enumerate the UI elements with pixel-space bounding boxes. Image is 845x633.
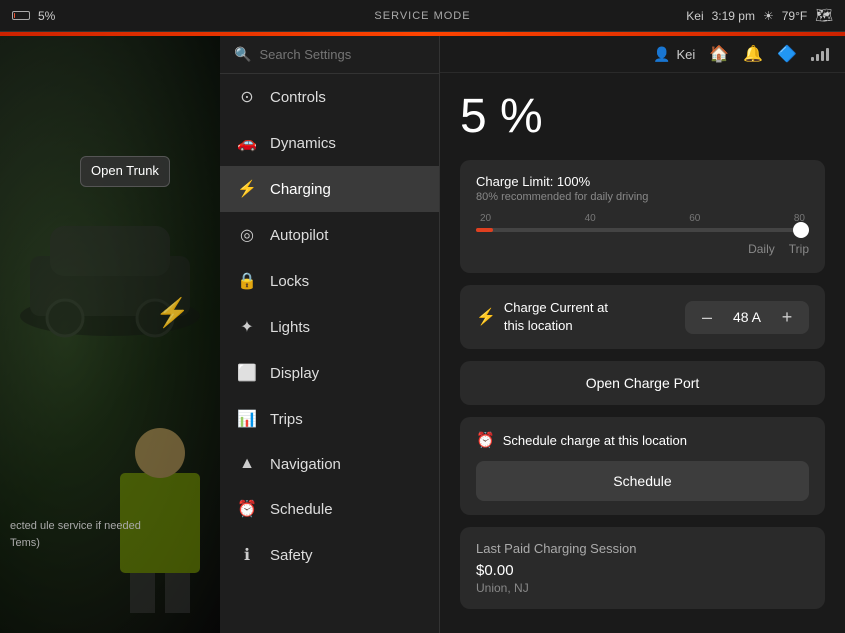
charge-current-icon: ⚡ [476,307,496,327]
charge-current-card: ⚡ Charge Current atthis location – 48 A … [460,285,825,349]
tab-trip[interactable]: Trip [789,240,809,259]
open-charge-port-button[interactable]: Open Charge Port [460,361,825,405]
bell-icon[interactable]: 🔔 [743,44,763,64]
sidebar-item-autopilot[interactable]: ◎ Autopilot [220,212,439,258]
dynamics-icon: 🚗 [236,133,258,153]
charge-current-label: ⚡ Charge Current atthis location [476,299,608,335]
charging-label: Charging [270,181,331,198]
slider-ticks: 20 40 60 80 [476,213,809,224]
last-session-card: Last Paid Charging Session $0.00 Union, … [460,527,825,609]
charge-limit-subtitle: 80% recommended for daily driving [476,191,809,203]
schedule-label: Schedule [270,501,333,518]
status-bar-right: Kei 3:19 pm ☀ 79°F 🗺 [686,7,833,24]
sun-icon: ☀ [763,9,774,23]
charging-indicator-icon: ⚡ [155,296,190,329]
session-location: Union, NJ [476,581,809,595]
schedule-charge-section: ⏰ Schedule charge at this location Sched… [460,417,825,515]
controls-icon: ⊙ [236,87,258,107]
open-trunk-button[interactable]: Open Trunk [80,156,170,187]
lock-icon: 🔒 [236,271,258,291]
lights-icon: ✦ [236,317,258,337]
session-amount: $0.00 [476,562,809,579]
content-area: 👤 Kei 🏠 🔔 🔷 5 % Charge Limit: 100% 80% r… [440,36,845,633]
charge-current-value: 48 A [727,309,767,325]
user-header: 👤 Kei 🏠 🔔 🔷 [440,36,845,73]
display-label: Display [270,365,319,382]
schedule-button[interactable]: Schedule [476,461,809,501]
autopilot-icon: ◎ [236,225,258,245]
navigation-icon: ▲ [236,455,258,473]
time-label: 3:19 pm [712,9,755,23]
schedule-tabs: Daily Trip [476,240,809,259]
header-username: Kei [676,47,695,62]
signal-bars [811,47,829,61]
navigation-label: Navigation [270,456,341,473]
sidebar-item-safety[interactable]: ℹ Safety [220,532,439,578]
charge-slider-container: 20 40 60 80 [476,213,809,232]
display-icon: ⬜ [236,363,258,383]
battery-percent-label: 5% [38,9,55,23]
user-avatar-icon: 👤 [653,46,670,63]
temp-label: 79°F [782,9,807,23]
sidebar-item-dynamics[interactable]: 🚗 Dynamics [220,120,439,166]
sidebar-item-controls[interactable]: ⊙ Controls [220,74,439,120]
locks-label: Locks [270,273,309,290]
charge-limit-title: Charge Limit: 100% [476,174,809,189]
charge-current-control: – 48 A + [685,301,809,334]
sidebar-item-locks[interactable]: 🔒 Locks [220,258,439,304]
dynamics-label: Dynamics [270,135,336,152]
sidebar: 🔍 ⊙ Controls 🚗 Dynamics ⚡ Charging ◎ Aut… [220,36,440,633]
sidebar-item-schedule[interactable]: ⏰ Schedule [220,486,439,532]
safety-label: Safety [270,547,313,564]
lights-label: Lights [270,319,310,336]
session-title: Last Paid Charging Session [476,541,809,556]
main-layout: Open Trunk ⚡ ected ule service if needed… [0,36,845,633]
charge-current-text: Charge Current atthis location [504,299,608,335]
status-bar-left: 5% [12,9,55,23]
car-background-panel: Open Trunk ⚡ ected ule service if needed… [0,36,220,633]
autopilot-label: Autopilot [270,227,328,244]
decrease-current-button[interactable]: – [697,307,717,328]
status-bar: 5% SERVICE MODE Kei 3:19 pm ☀ 79°F 🗺 [0,0,845,32]
charging-icon: ⚡ [236,179,258,199]
tab-daily[interactable]: Daily [748,240,775,259]
user-name-status: Kei [686,9,703,23]
search-icon: 🔍 [234,46,251,63]
sidebar-item-lights[interactable]: ✦ Lights [220,304,439,350]
service-text: ected ule service if needed Tems) [10,518,141,553]
battery-indicator [12,11,30,20]
sidebar-item-display[interactable]: ⬜ Display [220,350,439,396]
map-icon: 🗺 [815,7,833,24]
schedule-charge-title: ⏰ Schedule charge at this location [476,431,809,449]
safety-icon: ℹ [236,545,258,565]
sidebar-item-charging[interactable]: ⚡ Charging [220,166,439,212]
trips-label: Trips [270,411,303,428]
bluetooth-icon[interactable]: 🔷 [777,44,797,64]
home-icon[interactable]: 🏠 [709,44,729,64]
controls-label: Controls [270,89,326,106]
charging-content: 5 % Charge Limit: 100% 80% recommended f… [440,73,845,633]
schedule-charge-icon: ⏰ [476,431,495,449]
search-input[interactable] [259,47,435,62]
charge-limit-card: Charge Limit: 100% 80% recommended for d… [460,160,825,273]
charge-slider[interactable] [476,228,809,232]
user-info: 👤 Kei [653,46,695,63]
increase-current-button[interactable]: + [777,307,797,328]
search-bar: 🔍 [220,36,439,74]
service-mode-label: SERVICE MODE [374,10,470,22]
sidebar-item-navigation[interactable]: ▲ Navigation [220,442,439,486]
battery-percentage-display: 5 % [460,89,825,144]
schedule-icon: ⏰ [236,499,258,519]
sidebar-item-trips[interactable]: 📊 Trips [220,396,439,442]
trips-icon: 📊 [236,409,258,429]
